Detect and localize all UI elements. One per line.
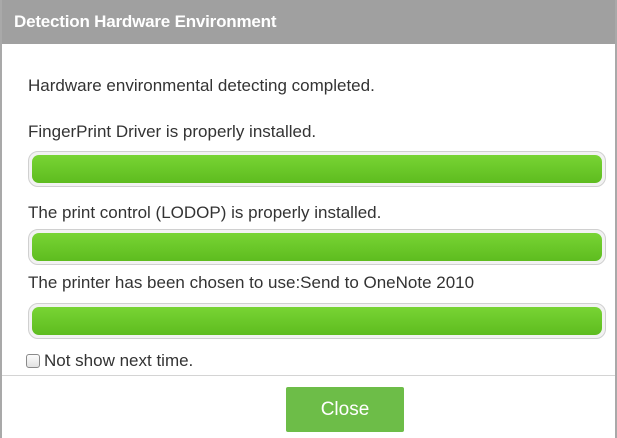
check-label-printer: The printer has been chosen to use:Send …	[28, 273, 475, 292]
dialog-title: Detection Hardware Environment	[14, 12, 277, 31]
progress-fill-print-control	[32, 233, 602, 261]
progress-bar-print-control	[28, 229, 606, 265]
dialog-titlebar[interactable]: Detection Hardware Environment	[2, 0, 615, 44]
not-show-checkbox[interactable]	[26, 354, 40, 368]
progress-fill-fingerprint	[32, 155, 602, 183]
not-show-option[interactable]: Not show next time.	[26, 351, 193, 371]
hardware-detection-dialog: Detection Hardware Environment Hardware …	[0, 0, 617, 438]
progress-bar-printer	[28, 303, 606, 339]
check-label-print-control: The print control (LODOP) is properly in…	[28, 203, 382, 222]
not-show-label[interactable]: Not show next time.	[44, 351, 193, 371]
progress-bar-fingerprint	[28, 151, 606, 187]
close-button[interactable]: Close	[286, 387, 404, 432]
check-label-fingerprint: FingerPrint Driver is properly installed…	[28, 122, 317, 141]
footer-divider	[2, 375, 615, 376]
progress-fill-printer	[32, 307, 602, 335]
status-message: Hardware environmental detecting complet…	[28, 76, 375, 95]
